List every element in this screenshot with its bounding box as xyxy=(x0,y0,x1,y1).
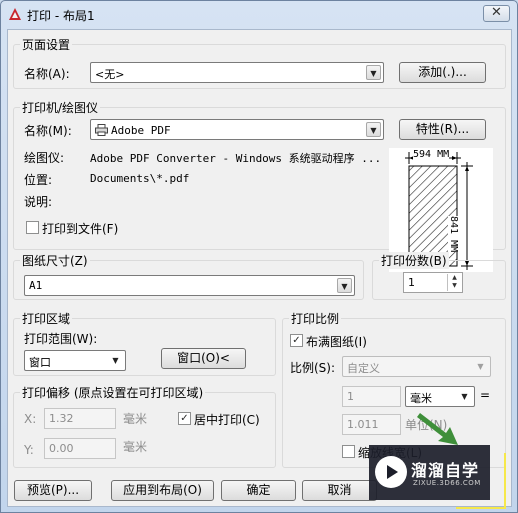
scale-lineweights-checkbox[interactable] xyxy=(342,445,355,458)
green-arrow-icon xyxy=(417,413,458,445)
copies-title: 打印份数(B) xyxy=(379,252,449,269)
title-bar[interactable]: 打印 - 布局1 ✕ xyxy=(1,1,517,29)
chevron-down-icon: ▼ xyxy=(461,392,468,401)
offset-x-value: 1.32 xyxy=(49,412,74,425)
paper-width-label: 594 MM xyxy=(413,149,450,160)
copies-spin[interactable]: ▲ ▼ xyxy=(447,274,461,291)
plotter-label: 绘图仪: xyxy=(24,151,65,165)
chevron-down-icon: ▼ xyxy=(366,122,381,137)
highlight-frame xyxy=(456,453,506,509)
offset-x-unit: 毫米 xyxy=(123,412,148,426)
spin-down-icon[interactable]: ▼ xyxy=(448,282,461,290)
chevron-down-icon: ▼ xyxy=(112,356,119,365)
equals-sign: = xyxy=(480,388,491,402)
apply-to-layout-button[interactable]: 应用到布局(O) xyxy=(111,480,214,501)
scale-value1-input[interactable]: 1 xyxy=(342,386,401,407)
offset-y-input[interactable]: 0.00 xyxy=(44,438,116,459)
print-dialog-window: 打印 - 布局1 ✕ 页面设置 名称(A): <无> ▼ 添加(.)... 打印… xyxy=(0,0,518,513)
page-setup-title: 页面设置 xyxy=(20,36,73,53)
print-to-file-label: 打印到文件(F) xyxy=(42,222,119,236)
offset-x-input[interactable]: 1.32 xyxy=(44,408,116,429)
scale-value: 自定义 xyxy=(347,362,380,375)
printer-name-select[interactable]: Adobe PDF ▼ xyxy=(90,119,384,140)
chevron-down-icon: ▼ xyxy=(366,65,381,80)
page-setup-name-label: 名称(A): xyxy=(24,67,70,81)
chevron-down-icon: ▼ xyxy=(337,278,352,293)
fit-to-paper-checkbox[interactable]: ✓ xyxy=(290,334,303,347)
close-icon: ✕ xyxy=(491,5,502,20)
offset-y-value: 0.00 xyxy=(49,442,74,455)
select-window-button[interactable]: 窗口(O)< xyxy=(161,348,246,369)
window-title: 打印 - 布局1 xyxy=(27,9,95,23)
plot-scale-title: 打印比例 xyxy=(289,310,342,327)
plot-area-title: 打印区域 xyxy=(20,310,73,327)
plot-range-label: 打印范围(W): xyxy=(24,332,98,346)
paper-size-value: A1 xyxy=(29,279,43,292)
location-value: Documents\*.pdf xyxy=(90,172,190,185)
printer-group-title: 打印机/绘图仪 xyxy=(20,99,101,116)
scale-value2-input[interactable]: 1.011 xyxy=(342,414,401,435)
scale-value2: 1.011 xyxy=(347,418,379,431)
ok-button[interactable]: 确定 xyxy=(221,480,296,501)
scale-unit-value: 毫米 xyxy=(410,392,432,405)
location-label: 位置: xyxy=(24,173,53,187)
chevron-down-icon: ▼ xyxy=(477,362,484,371)
scale-unit-select[interactable]: 毫米 ▼ xyxy=(405,386,475,407)
plotter-value: Adobe PDF Converter - Windows 系统驱动程序 ... xyxy=(90,152,382,165)
page-setup-name-select[interactable]: <无> ▼ xyxy=(90,62,384,83)
scale-select[interactable]: 自定义 ▼ xyxy=(342,356,491,377)
print-to-file-checkbox[interactable] xyxy=(26,221,39,234)
offset-y-label: Y: xyxy=(24,443,34,457)
offset-y-unit: 毫米 xyxy=(123,440,148,454)
fit-to-paper-label: 布满图纸(I) xyxy=(306,335,367,349)
printer-icon xyxy=(95,124,108,136)
copies-stepper[interactable]: 1 ▲ ▼ xyxy=(403,272,463,293)
autocad-app-icon xyxy=(9,8,21,20)
printer-name-label: 名称(M): xyxy=(24,124,72,138)
checkmark-icon: ✓ xyxy=(292,335,301,346)
description-label: 说明: xyxy=(24,195,53,209)
plot-range-value: 窗口 xyxy=(29,356,51,369)
cancel-button[interactable]: 取消 xyxy=(302,480,377,501)
scale-label: 比例(S): xyxy=(290,361,336,375)
plot-offset-title: 打印偏移 (原点设置在可打印区域) xyxy=(20,384,206,401)
plot-range-select[interactable]: 窗口 ▼ xyxy=(24,350,126,371)
scale-value1: 1 xyxy=(347,390,354,403)
copies-value: 1 xyxy=(408,276,415,289)
center-plot-checkbox[interactable]: ✓ xyxy=(178,412,191,425)
printer-properties-button[interactable]: 特性(R)... xyxy=(399,119,486,140)
center-plot-label: 居中打印(C) xyxy=(194,413,260,427)
paper-height-label: 841 MM xyxy=(448,216,459,253)
preview-button[interactable]: 预览(P)... xyxy=(14,480,92,501)
checkmark-icon: ✓ xyxy=(180,413,189,424)
offset-x-label: X: xyxy=(24,412,37,426)
close-button[interactable]: ✕ xyxy=(483,5,510,22)
paper-size-select[interactable]: A1 ▼ xyxy=(24,275,355,296)
spin-up-icon[interactable]: ▲ xyxy=(448,274,461,282)
play-logo-icon xyxy=(375,456,407,488)
printer-name-value: Adobe PDF xyxy=(111,124,171,137)
paper-size-title: 图纸尺寸(Z) xyxy=(20,252,90,269)
page-setup-name-value: <无> xyxy=(95,68,125,81)
add-page-setup-button[interactable]: 添加(.)... xyxy=(399,62,486,83)
